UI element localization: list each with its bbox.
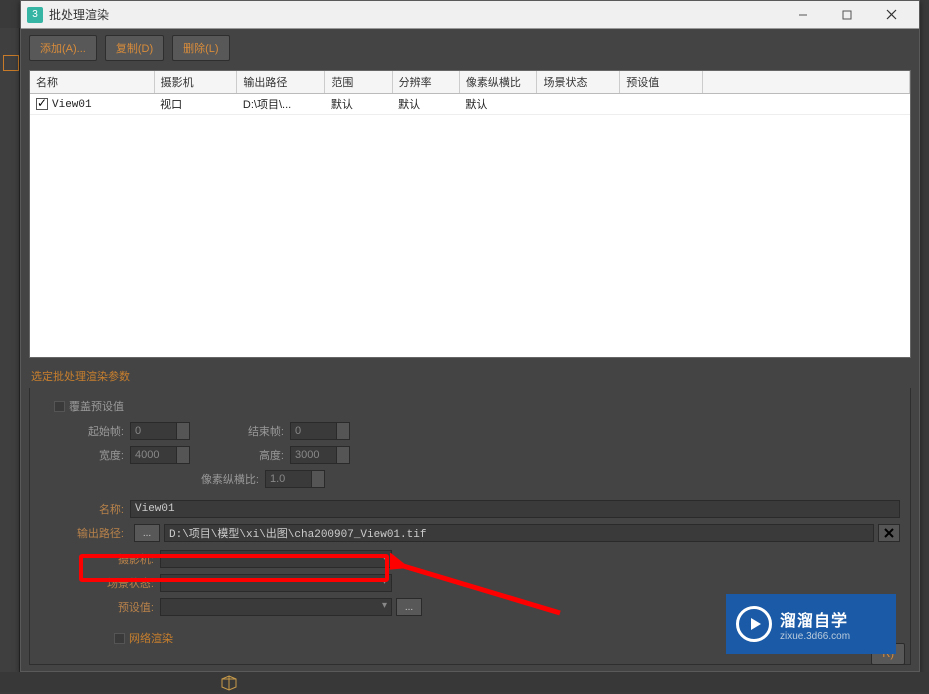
output-clear-button[interactable]: [878, 524, 900, 542]
table-header[interactable]: 摄影机: [154, 71, 237, 94]
width-label: 宽度:: [40, 447, 130, 463]
cube-icon: [220, 675, 238, 691]
batch-render-dialog: 3 批处理渲染 添加(A)... 复制(D) 删除(L) 名称摄影机输出路径范围…: [20, 0, 920, 672]
width-input[interactable]: 4000: [130, 446, 190, 464]
output-path-input[interactable]: D:\项目\模型\xi\出图\cha200907_View01.tif: [164, 524, 874, 542]
start-frame-label: 起始帧:: [40, 423, 130, 439]
output-browse-button[interactable]: ...: [134, 524, 160, 542]
par-input[interactable]: 1.0: [265, 470, 325, 488]
name-input[interactable]: View01: [130, 500, 900, 518]
app-icon: 3: [27, 7, 43, 23]
table-header[interactable]: 像素纵横比: [459, 71, 537, 94]
titlebar[interactable]: 3 批处理渲染: [21, 1, 919, 29]
table-header[interactable]: 名称: [30, 71, 154, 94]
override-checkbox[interactable]: [54, 401, 65, 412]
watermark: 溜溜自学 zixue.3d66.com: [726, 594, 896, 654]
output-path-label: 输出路径:: [40, 525, 130, 541]
end-frame-input[interactable]: 0: [290, 422, 350, 440]
table-header[interactable]: 预设值: [620, 71, 703, 94]
scene-state-dropdown[interactable]: [160, 574, 392, 592]
table-header[interactable]: 分辨率: [392, 71, 459, 94]
override-label: 覆盖预设值: [69, 398, 124, 414]
par-label: 像素纵横比:: [40, 471, 265, 487]
height-input[interactable]: 3000: [290, 446, 350, 464]
table-header[interactable]: 场景状态: [537, 71, 620, 94]
camera-dropdown[interactable]: [160, 550, 392, 568]
app-footer: [0, 672, 929, 692]
close-button[interactable]: [869, 1, 913, 29]
table-header[interactable]: 输出路径: [237, 71, 325, 94]
end-frame-label: 结束帧:: [230, 423, 290, 439]
toolbar: 添加(A)... 复制(D) 删除(L): [21, 29, 919, 67]
delete-button[interactable]: 删除(L): [172, 35, 229, 61]
preset-label: 预设值:: [40, 599, 160, 615]
camera-label: 摄影机:: [40, 551, 160, 567]
start-frame-input[interactable]: 0: [130, 422, 190, 440]
preset-browse-button[interactable]: ...: [396, 598, 422, 616]
add-button[interactable]: 添加(A)...: [29, 35, 97, 61]
maximize-button[interactable]: [825, 1, 869, 29]
netrender-label: 网络渲染: [129, 630, 173, 646]
table-row[interactable]: View01视口D:\项目\...默认默认默认: [30, 94, 910, 115]
views-table[interactable]: 名称摄影机输出路径范围分辨率像素纵横比场景状态预设值 View01视口D:\项目…: [29, 70, 911, 358]
preset-dropdown[interactable]: [160, 598, 392, 616]
height-label: 高度:: [230, 447, 290, 463]
app-left-strip: [0, 28, 20, 672]
name-label: 名称:: [40, 501, 130, 517]
scene-state-label: 场景状态:: [40, 575, 160, 591]
table-header[interactable]: 范围: [325, 71, 392, 94]
play-icon: [736, 606, 772, 642]
window-title: 批处理渲染: [49, 6, 781, 23]
row-checkbox[interactable]: [36, 98, 48, 110]
watermark-title: 溜溜自学: [780, 607, 850, 631]
duplicate-button[interactable]: 复制(D): [105, 35, 164, 61]
netrender-checkbox[interactable]: [114, 633, 125, 644]
watermark-url: zixue.3d66.com: [780, 631, 850, 642]
params-section-title: 选定批处理渲染参数: [31, 368, 919, 384]
minimize-button[interactable]: [781, 1, 825, 29]
